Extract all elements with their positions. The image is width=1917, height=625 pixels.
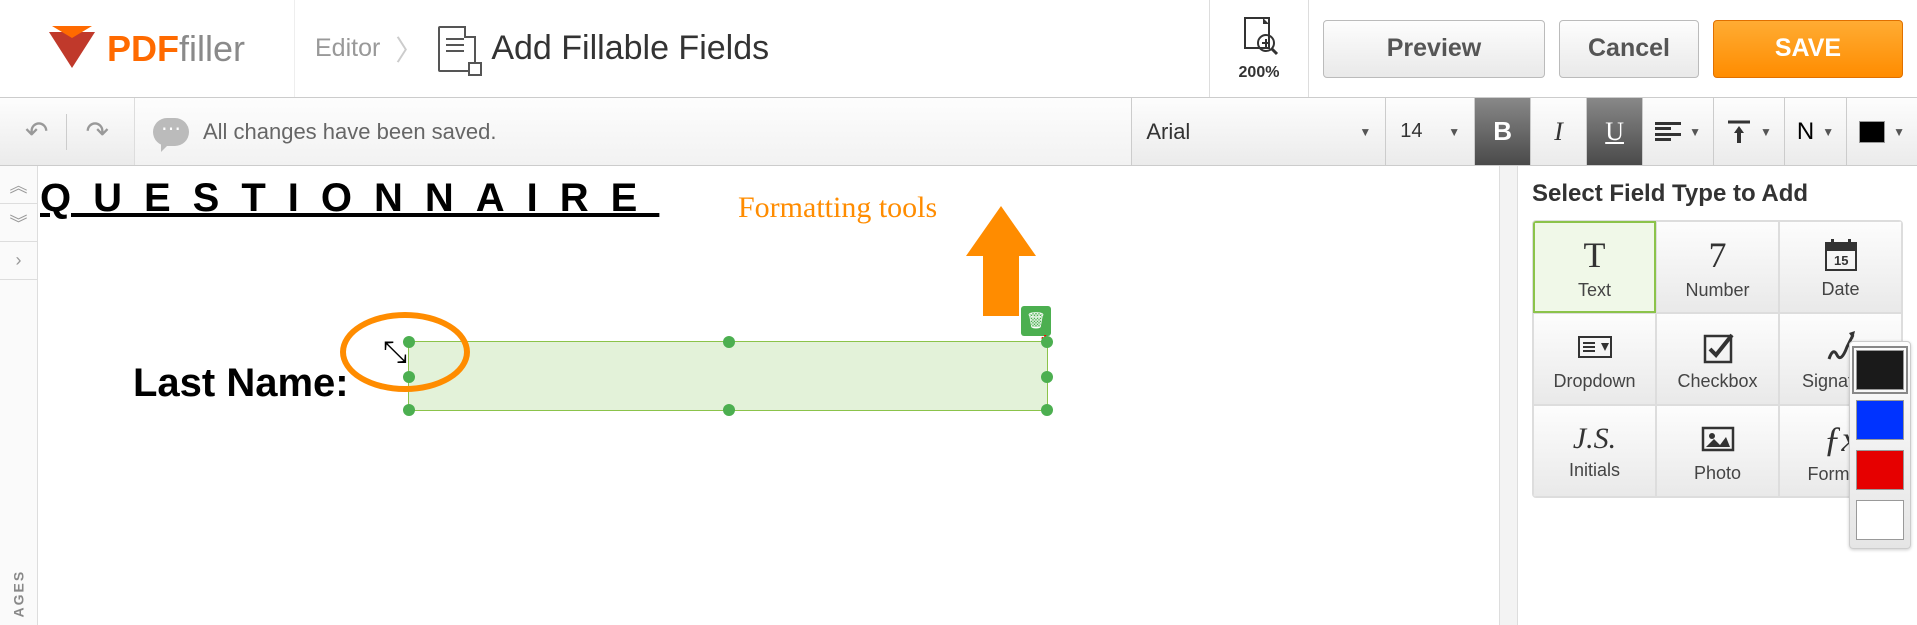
field-type-dropdown[interactable]: Dropdown	[1533, 313, 1656, 405]
status-text: All changes have been saved.	[203, 119, 497, 145]
breadcrumb-step-editor[interactable]: Editor	[315, 34, 380, 63]
resize-handle[interactable]	[723, 336, 735, 348]
expand-down-button[interactable]: ︾	[0, 204, 37, 242]
align-select[interactable]: ▼	[1642, 98, 1713, 165]
chevron-right-icon: 〉	[395, 29, 423, 69]
collapse-up-button[interactable]: ︽	[0, 166, 37, 204]
pages-tab[interactable]: AGES	[11, 581, 27, 618]
header-bar: PDFfiller Editor 〉 Add Fillable Fields 2…	[0, 0, 1917, 98]
redo-button[interactable]: ↷	[85, 115, 108, 148]
swatch-blue[interactable]	[1856, 400, 1904, 440]
chevron-down-icon: ▼	[1448, 125, 1460, 139]
document-canvas[interactable]: QUESTIONNAIRE Formatting tools Last Name…	[38, 166, 1499, 625]
format-toolbar: Arial▼ 14▼ B I U ▼ ▼ N▼ ▼	[1131, 98, 1917, 165]
chevron-down-icon: ▼	[1760, 125, 1772, 139]
field-type-photo[interactable]: Photo	[1656, 405, 1779, 497]
chevron-right-button[interactable]: ›	[0, 242, 37, 280]
header-buttons: Preview Cancel SAVE	[1309, 0, 1917, 97]
fillable-text-field[interactable]: 🗑 *	[408, 341, 1048, 411]
color-select[interactable]: ▼	[1846, 98, 1917, 165]
resize-cursor-icon: ⤡	[383, 336, 407, 370]
history-controls: ↶ ↷	[0, 98, 135, 165]
chevron-down-icon: ▼	[1359, 125, 1371, 139]
document-icon	[438, 26, 476, 72]
photo-icon	[1698, 419, 1738, 459]
swatch-red[interactable]	[1856, 450, 1904, 490]
checkbox-icon	[1698, 327, 1738, 367]
font-select[interactable]: Arial▼	[1131, 98, 1385, 165]
vertical-scrollbar[interactable]	[1499, 166, 1517, 625]
field-type-number[interactable]: 7Number	[1656, 221, 1779, 313]
chevron-down-icon: ▼	[1822, 125, 1834, 139]
status-bar: All changes have been saved.	[135, 98, 1131, 165]
annotation-label: Formatting tools	[738, 191, 937, 225]
field-type-date[interactable]: 15Date	[1779, 221, 1902, 313]
italic-button[interactable]: I	[1530, 98, 1586, 165]
calendar-icon: 15	[1821, 235, 1861, 275]
field-type-initials[interactable]: J.S.Initials	[1533, 405, 1656, 497]
resize-handle[interactable]	[723, 404, 735, 416]
swatch-black[interactable]	[1856, 350, 1904, 390]
app-logo: PDFfiller	[0, 0, 295, 97]
vertical-align-select[interactable]: ▼	[1713, 98, 1784, 165]
align-top-icon	[1726, 119, 1752, 145]
zoom-control[interactable]: 200%	[1209, 0, 1309, 97]
preview-button[interactable]: Preview	[1323, 20, 1545, 78]
comment-icon[interactable]	[153, 118, 189, 146]
n-format-select[interactable]: N▼	[1784, 98, 1846, 165]
color-swatch-panel	[1849, 341, 1911, 549]
panel-title: Select Field Type to Add	[1532, 180, 1903, 208]
underline-button[interactable]: U	[1586, 98, 1642, 165]
save-button[interactable]: SAVE	[1713, 20, 1903, 78]
field-label: Last Name:	[133, 361, 349, 406]
resize-handle[interactable]	[1041, 404, 1053, 416]
bold-button[interactable]: B	[1474, 98, 1530, 165]
number-icon: 7	[1709, 234, 1727, 276]
chevron-down-icon: ▼	[1689, 125, 1701, 139]
breadcrumb-step-fields: Add Fillable Fields	[491, 29, 769, 68]
text-icon: T	[1584, 234, 1606, 276]
cancel-button[interactable]: Cancel	[1559, 20, 1699, 78]
font-size-select[interactable]: 14▼	[1385, 98, 1474, 165]
logo-text: PDFfiller	[107, 28, 245, 70]
dropdown-icon	[1575, 327, 1615, 367]
field-type-text[interactable]: TText	[1533, 221, 1656, 313]
field-type-checkbox[interactable]: Checkbox	[1656, 313, 1779, 405]
zoom-value: 200%	[1239, 64, 1280, 82]
toolbar: ↶ ↷ All changes have been saved. Arial▼ …	[0, 98, 1917, 166]
align-left-icon	[1655, 122, 1681, 142]
svg-text:15: 15	[1834, 253, 1848, 268]
initials-icon: J.S.	[1573, 422, 1616, 456]
chevron-down-icon: ▼	[1893, 125, 1905, 139]
color-swatch-icon	[1859, 121, 1885, 143]
breadcrumb: Editor 〉 Add Fillable Fields	[295, 0, 789, 97]
left-sidebar: ︽ ︾ › AGES	[0, 166, 38, 625]
main-area: ︽ ︾ › AGES QUESTIONNAIRE Formatting tool…	[0, 166, 1917, 625]
swatch-white[interactable]	[1856, 500, 1904, 540]
annotation-arrow-icon	[966, 206, 1036, 306]
resize-handle[interactable]	[403, 404, 415, 416]
resize-handle[interactable]	[1041, 336, 1053, 348]
logo-icon	[49, 26, 99, 71]
undo-button[interactable]: ↶	[25, 115, 48, 148]
field-type-grid: TText 7Number 15Date Dropdown Checkbox S…	[1532, 220, 1903, 498]
zoom-in-icon	[1239, 16, 1279, 60]
resize-handle[interactable]	[1041, 371, 1053, 383]
